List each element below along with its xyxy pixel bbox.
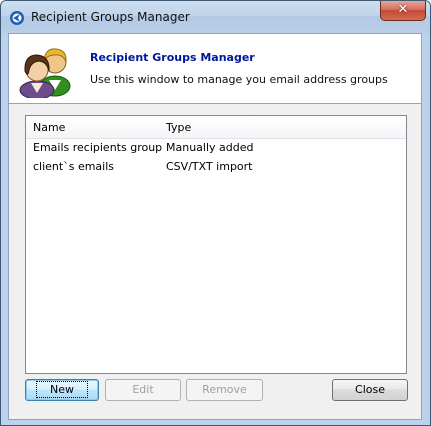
window-title: Recipient Groups Manager [31,10,190,24]
column-header-type[interactable]: Type [166,121,191,134]
edit-button-label: Edit [132,383,154,396]
remove-button[interactable]: Remove [186,379,263,401]
close-icon: ✕ [397,2,409,17]
list-header: Name Type [26,116,406,139]
dialog-body: Recipient Groups Manager Use this window… [8,33,422,420]
edit-button[interactable]: Edit [105,379,181,401]
new-button[interactable]: New [25,379,99,401]
header-title: Recipient Groups Manager [90,51,255,64]
column-header-name[interactable]: Name [33,121,65,134]
close-button[interactable]: Close [332,379,408,401]
header-panel: Recipient Groups Manager Use this window… [9,34,421,104]
dialog-window: Recipient Groups Manager ✕ Recipient Gro… [0,0,431,426]
title-bar[interactable]: Recipient Groups Manager ✕ [1,1,430,34]
row-name: Emails recipients group [33,141,163,154]
new-button-label: New [36,381,88,398]
close-button-label: Close [355,383,385,396]
list-row[interactable]: client`s emails CSV/TXT import [26,158,406,176]
groups-list[interactable]: Name Type Emails recipients group Manual… [25,115,407,374]
header-subtitle: Use this window to manage you email addr… [90,73,388,86]
app-icon [10,11,24,25]
users-icon [19,48,71,98]
row-type: CSV/TXT import [166,160,253,173]
list-row[interactable]: Emails recipients group Manually added [26,139,406,157]
row-name: client`s emails [33,160,115,173]
row-type: Manually added [166,141,254,154]
remove-button-label: Remove [202,383,247,396]
window-close-button[interactable]: ✕ [380,1,426,21]
